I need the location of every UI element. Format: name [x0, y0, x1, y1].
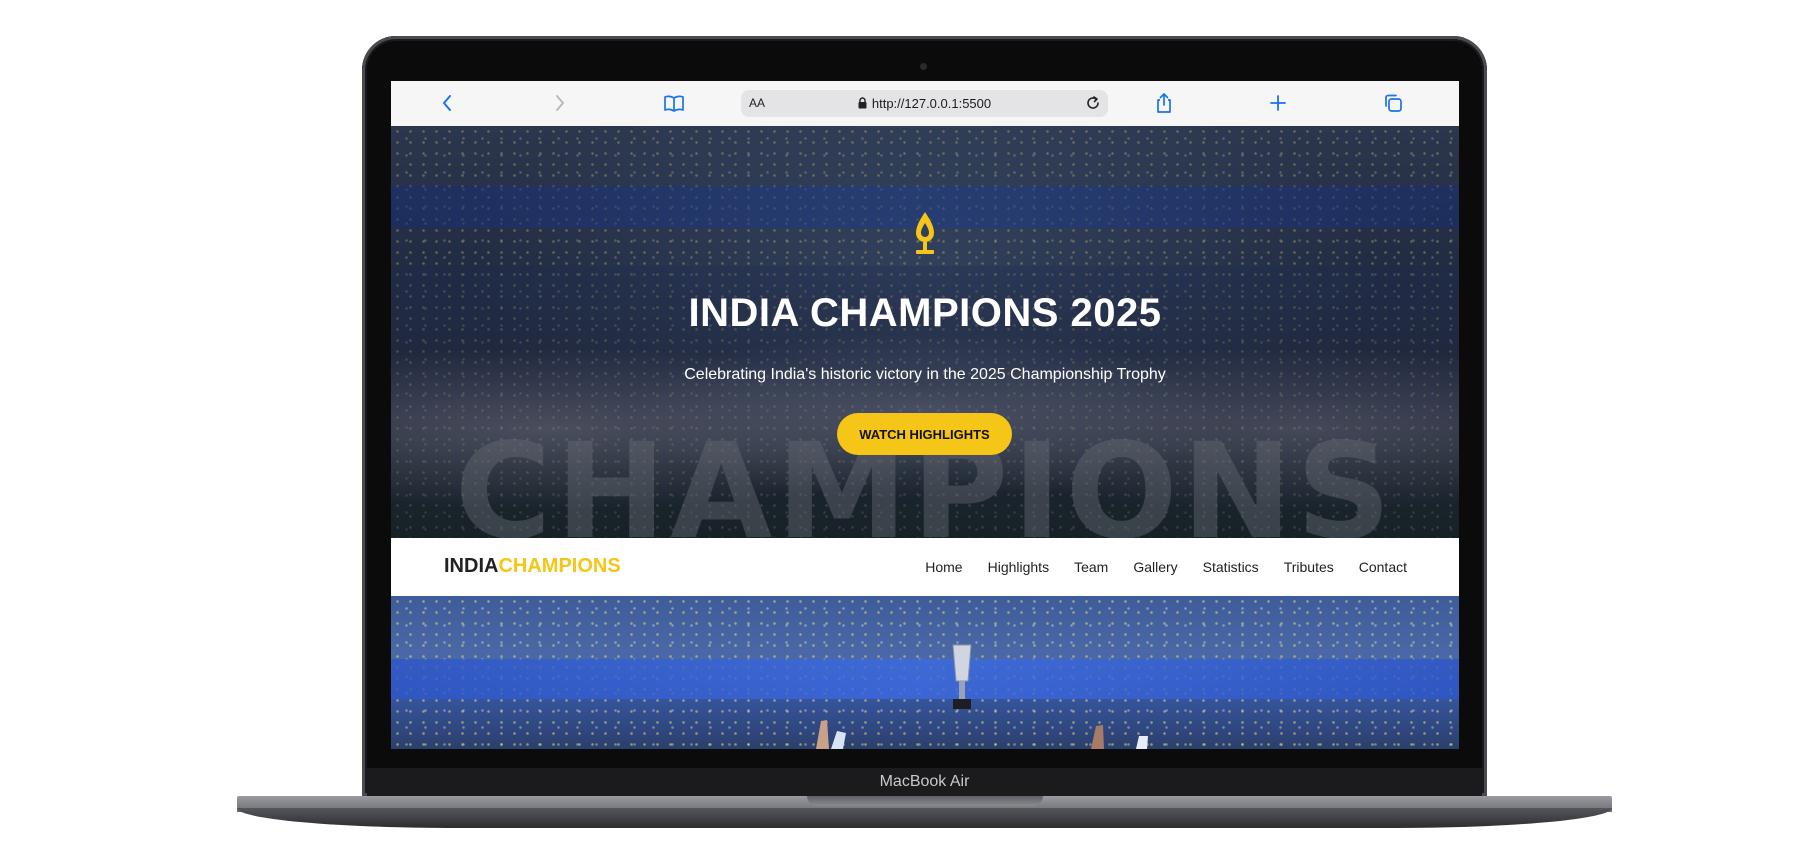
bookmarks-icon[interactable]: [662, 91, 686, 115]
device-label: MacBook Air: [367, 768, 1482, 796]
hero-section: CHAMPIONS INDIA CHAMPIONS 2025 Celebrati…: [391, 126, 1459, 538]
nav-link-tributes[interactable]: Tributes: [1284, 559, 1334, 575]
browser-toolbar: AA http://127.0.0.1:5500: [391, 81, 1459, 127]
site-navbar: INDIACHAMPIONS Home Highlights Team Gall…: [391, 538, 1459, 596]
site-logo[interactable]: INDIACHAMPIONS: [444, 555, 621, 578]
nav-link-team[interactable]: Team: [1074, 559, 1108, 575]
celebration-photo: [391, 596, 1459, 749]
raised-hands: [391, 706, 1459, 749]
back-icon[interactable]: [435, 91, 459, 115]
laptop-base-bottom: [237, 808, 1612, 828]
reload-icon[interactable]: [1085, 95, 1101, 116]
watch-highlights-button[interactable]: WATCH HIGHLIGHTS: [837, 413, 1012, 455]
hero-title: INDIA CHAMPIONS 2025: [688, 291, 1162, 335]
screen: AA http://127.0.0.1:5500 CHAMPIONS INDIA…: [391, 81, 1459, 749]
url-text: http://127.0.0.1:5500: [871, 96, 992, 111]
nav-link-statistics[interactable]: Statistics: [1203, 559, 1259, 575]
nav-link-highlights[interactable]: Highlights: [988, 559, 1049, 575]
logo-champions: CHAMPIONS: [498, 555, 621, 577]
nav-links: Home Highlights Team Gallery Statistics …: [900, 559, 1407, 575]
lock-icon: [858, 97, 867, 112]
nav-link-contact[interactable]: Contact: [1359, 559, 1407, 575]
logo-india: INDIA: [444, 555, 499, 577]
trophy-icon: [908, 209, 942, 262]
nav-link-home[interactable]: Home: [925, 559, 962, 575]
nav-link-gallery[interactable]: Gallery: [1133, 559, 1177, 575]
new-tab-icon[interactable]: [1266, 91, 1290, 115]
tabs-icon[interactable]: [1381, 91, 1405, 115]
stadium-banner: [391, 659, 1459, 699]
share-icon[interactable]: [1152, 91, 1176, 115]
hero-subtitle: Celebrating India's historic victory in …: [684, 366, 1166, 383]
camera: [920, 63, 927, 70]
laptop-hinge-notch: [807, 796, 1043, 806]
forward-icon[interactable]: [548, 91, 572, 115]
address-bar[interactable]: AA http://127.0.0.1:5500: [741, 90, 1108, 117]
